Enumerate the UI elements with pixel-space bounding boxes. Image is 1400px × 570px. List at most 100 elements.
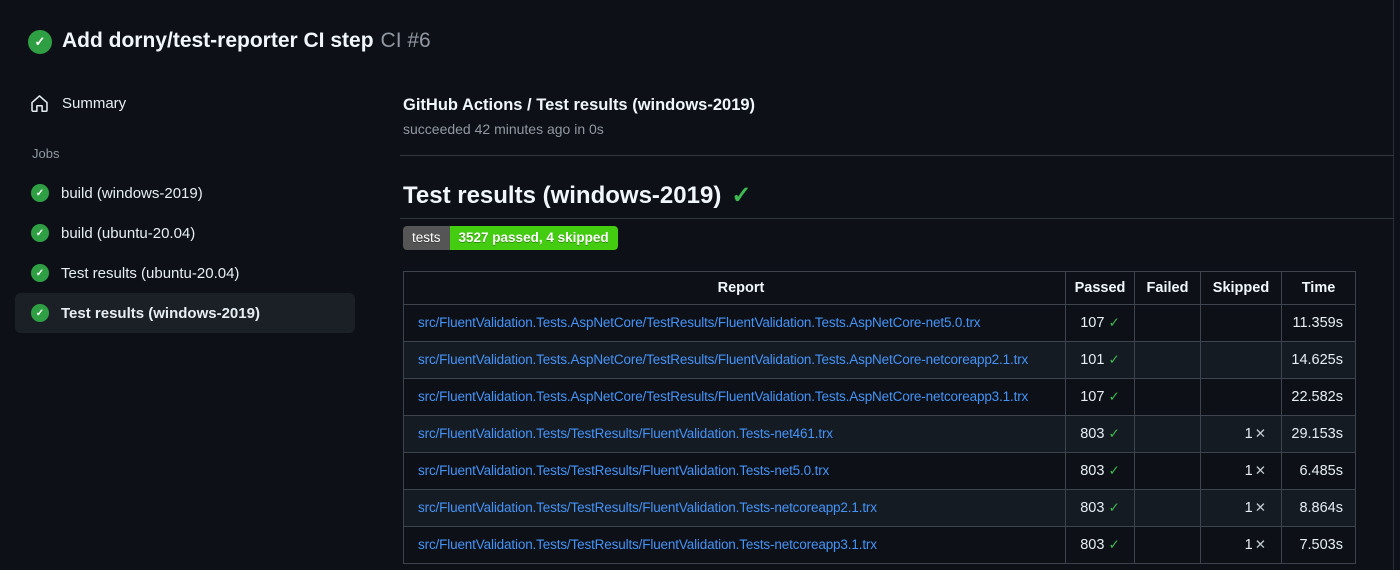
report-link[interactable]: src/FluentValidation.Tests.AspNetCore/Te… — [418, 352, 1028, 367]
jobs-list: ✓ build (windows-2019) ✓ build (ubuntu-20.0… — [15, 173, 355, 333]
time-cell: 8.864s — [1281, 489, 1356, 527]
passed-check-icon: ✓ — [1108, 463, 1120, 478]
column-header-failed: Failed — [1134, 271, 1201, 305]
failed-cell — [1134, 489, 1201, 527]
tests-badge: tests 3527 passed, 4 skipped — [403, 226, 618, 250]
table-row: src/FluentValidation.Tests.AspNetCore/Te… — [403, 378, 1356, 416]
report-cell: src/FluentValidation.Tests/TestResults/F… — [403, 415, 1066, 453]
sidebar-job-item[interactable]: ✓ build (ubuntu-20.04) — [15, 213, 355, 253]
failed-cell — [1134, 415, 1201, 453]
sidebar-item-summary[interactable]: Summary — [30, 94, 350, 113]
skipped-cross-icon: ✕ — [1254, 500, 1266, 515]
column-header-time: Time — [1281, 271, 1356, 305]
skipped-count: 1 — [1244, 500, 1253, 516]
passed-check-icon: ✓ — [1108, 537, 1120, 552]
time-cell: 7.503s — [1281, 526, 1356, 564]
section-heading-text: Test results (windows-2019) — [403, 182, 722, 209]
skipped-count: 1 — [1244, 537, 1253, 553]
time-cell: 29.153s — [1281, 415, 1356, 453]
report-link[interactable]: src/FluentValidation.Tests/TestResults/F… — [418, 463, 829, 478]
skipped-count: 1 — [1244, 426, 1253, 442]
table-row: src/FluentValidation.Tests/TestResults/F… — [403, 489, 1356, 527]
job-success-check-icon: ✓ — [31, 304, 49, 322]
report-link[interactable]: src/FluentValidation.Tests.AspNetCore/Te… — [418, 389, 1028, 404]
jobs-section-label: Jobs — [32, 146, 60, 161]
divider — [400, 155, 1394, 156]
skipped-cross-icon: ✕ — [1254, 537, 1266, 552]
passed-count: 107 — [1080, 389, 1105, 405]
table-row: src/FluentValidation.Tests.AspNetCore/Te… — [403, 304, 1356, 342]
report-cell: src/FluentValidation.Tests.AspNetCore/Te… — [403, 341, 1066, 379]
test-results-table: Report Passed Failed Skipped Time src/Fl… — [403, 271, 1356, 564]
time-cell: 6.485s — [1281, 452, 1356, 490]
passed-cell: 803 ✓ — [1065, 452, 1135, 490]
time-cell: 22.582s — [1281, 378, 1356, 416]
failed-cell — [1134, 526, 1201, 564]
tests-badge-label: tests — [403, 226, 450, 250]
column-header-passed: Passed — [1065, 271, 1135, 305]
home-icon — [30, 94, 49, 113]
failed-cell — [1134, 452, 1201, 490]
failed-cell — [1134, 378, 1201, 416]
skipped-cell — [1200, 304, 1282, 342]
report-cell: src/FluentValidation.Tests/TestResults/F… — [403, 489, 1066, 527]
workflow-breadcrumb-title: GitHub Actions / Test results (windows-2… — [403, 96, 756, 114]
skipped-count: 1 — [1244, 463, 1253, 479]
passed-count: 803 — [1080, 426, 1105, 442]
skipped-cell: 1 ✕ — [1200, 415, 1282, 453]
time-cell: 14.625s — [1281, 341, 1356, 379]
report-link[interactable]: src/FluentValidation.Tests/TestResults/F… — [418, 426, 833, 441]
table-row: src/FluentValidation.Tests/TestResults/F… — [403, 452, 1356, 490]
skipped-cell: 1 ✕ — [1200, 452, 1282, 490]
report-cell: src/FluentValidation.Tests/TestResults/F… — [403, 526, 1066, 564]
job-success-check-icon: ✓ — [31, 264, 49, 282]
job-success-check-icon: ✓ — [31, 224, 49, 242]
sidebar-job-item[interactable]: ✓ Test results (windows-2019) — [15, 293, 355, 333]
passed-cell: 101 ✓ — [1065, 341, 1135, 379]
pane-right-border — [1393, 0, 1394, 570]
run-number: CI #6 — [380, 29, 431, 52]
time-cell: 11.359s — [1281, 304, 1356, 342]
table-row: src/FluentValidation.Tests/TestResults/F… — [403, 415, 1356, 453]
passed-count: 803 — [1080, 500, 1105, 516]
report-cell: src/FluentValidation.Tests.AspNetCore/Te… — [403, 378, 1066, 416]
passed-count: 803 — [1080, 537, 1105, 553]
divider — [400, 218, 1394, 219]
job-success-check-icon: ✓ — [31, 184, 49, 202]
run-title: Add dorny/test-reporter CI step — [62, 29, 374, 52]
sidebar-job-item[interactable]: ✓ build (windows-2019) — [15, 173, 355, 213]
passed-check-icon: ✓ — [1108, 352, 1120, 367]
skipped-cell: 1 ✕ — [1200, 489, 1282, 527]
column-header-report: Report — [403, 271, 1066, 305]
skipped-cross-icon: ✕ — [1254, 426, 1266, 441]
passed-cell: 803 ✓ — [1065, 489, 1135, 527]
job-label: Test results (ubuntu-20.04) — [61, 264, 240, 282]
report-cell: src/FluentValidation.Tests/TestResults/F… — [403, 452, 1066, 490]
report-cell: src/FluentValidation.Tests.AspNetCore/Te… — [403, 304, 1066, 342]
passed-count: 803 — [1080, 463, 1105, 479]
passed-cell: 107 ✓ — [1065, 304, 1135, 342]
tests-badge-value: 3527 passed, 4 skipped — [449, 226, 618, 250]
table-row: src/FluentValidation.Tests/TestResults/F… — [403, 526, 1356, 564]
passed-check-icon: ✓ — [1108, 426, 1120, 441]
table-row: src/FluentValidation.Tests.AspNetCore/Te… — [403, 341, 1356, 379]
passed-cell: 803 ✓ — [1065, 415, 1135, 453]
report-link[interactable]: src/FluentValidation.Tests.AspNetCore/Te… — [418, 315, 981, 330]
run-success-check-icon: ✓ — [28, 30, 52, 54]
section-heading: Test results (windows-2019) ✓ — [403, 181, 751, 210]
table-body: src/FluentValidation.Tests.AspNetCore/Te… — [403, 304, 1356, 564]
skipped-cross-icon: ✕ — [1254, 463, 1266, 478]
sidebar-summary-label: Summary — [62, 95, 127, 112]
job-label: build (windows-2019) — [61, 184, 203, 202]
report-link[interactable]: src/FluentValidation.Tests/TestResults/F… — [418, 500, 877, 515]
skipped-cell — [1200, 378, 1282, 416]
skipped-cell — [1200, 341, 1282, 379]
workflow-status-text: succeeded 42 minutes ago in 0s — [403, 121, 604, 137]
failed-cell — [1134, 341, 1201, 379]
sidebar-job-item[interactable]: ✓ Test results (ubuntu-20.04) — [15, 253, 355, 293]
heading-success-check-icon: ✓ — [731, 182, 752, 209]
failed-cell — [1134, 304, 1201, 342]
passed-check-icon: ✓ — [1108, 315, 1120, 330]
report-link[interactable]: src/FluentValidation.Tests/TestResults/F… — [418, 537, 877, 552]
table-header-row: Report Passed Failed Skipped Time — [403, 271, 1356, 305]
